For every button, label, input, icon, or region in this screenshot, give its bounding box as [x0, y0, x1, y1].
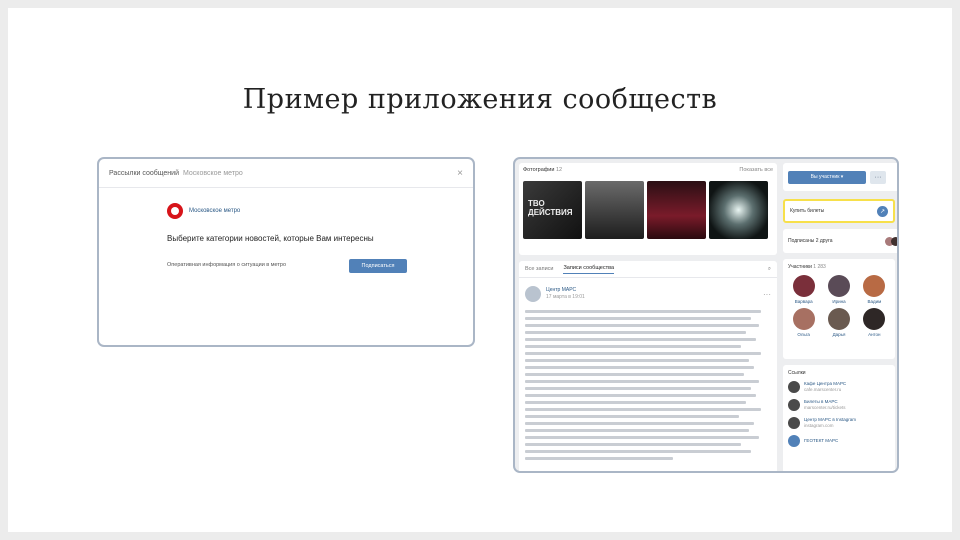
close-icon[interactable]: × — [457, 168, 463, 179]
post-date[interactable]: 17 марта в 19:01 — [546, 294, 585, 301]
more-actions-button[interactable]: ··· — [870, 170, 886, 184]
photo-thumbnails: ТВО ДЕЙСТВИЯ — [519, 177, 777, 243]
community-row: Московское метро — [167, 203, 240, 219]
dialog-subtitle: Московское метро — [183, 169, 243, 177]
member-item[interactable]: Ольга — [786, 308, 821, 337]
option-text[interactable]: Оперативная информация о ситуации в метр… — [167, 262, 286, 268]
subscribe-button[interactable]: Подписаться — [349, 259, 407, 273]
member-item[interactable]: Ирина — [821, 275, 856, 304]
members-grid: Варвара Ирина Вадим Ольга Дарья Антон — [783, 273, 895, 339]
link-icon — [788, 381, 800, 393]
member-name: Варвара — [794, 299, 813, 304]
avatar — [891, 236, 897, 246]
members-label: Участники — [788, 264, 812, 270]
links-panel: Ссылки Кафе Центра МАРС cafe.marscenter.r… — [783, 365, 895, 471]
wall-tabs: Все записи Записи сообщества ⌕ — [519, 261, 777, 278]
avatar[interactable] — [525, 286, 541, 302]
links-label[interactable]: Ссылки — [783, 365, 895, 378]
member-item[interactable]: Антон — [857, 308, 892, 337]
link-item[interactable]: Центр МАРС в Instagram instagram.com — [783, 414, 895, 432]
avatar — [827, 308, 850, 330]
photo-thumbnail[interactable] — [709, 181, 768, 239]
member-item[interactable]: Дарья — [821, 308, 856, 337]
friends-label: Подписаны 2 друга — [788, 238, 833, 244]
left-screenshot: Рассылки сообщений Московское метро × Мо… — [97, 157, 475, 347]
link-url: instagram.com — [804, 423, 834, 428]
post-text — [519, 310, 777, 460]
members-panel: Участники 1 283 Варвара Ирина Вадим Ольг… — [783, 259, 895, 359]
slide-title: Пример приложения сообществ — [242, 84, 718, 115]
search-icon[interactable]: ⌕ — [768, 266, 771, 273]
membership-button[interactable]: Вы участник ▾ — [788, 170, 866, 184]
post-meta: Центр МАРС 17 марта в 19:01 — [546, 287, 585, 301]
link-title: Билеты в МАРС — [804, 399, 838, 404]
main-column: Фотографии 12 Показать все ТВО ДЕЙСТВИЯ … — [519, 163, 777, 471]
arrow-icon[interactable]: ↗ — [877, 205, 888, 217]
community-name[interactable]: Московское метро — [189, 208, 240, 214]
avatar — [792, 308, 815, 330]
member-name: Вадим — [867, 299, 882, 304]
dialog-title: Рассылки сообщений — [109, 169, 179, 177]
link-title: Кафе Центра МАРС — [804, 381, 847, 386]
members-header[interactable]: Участники 1 283 — [783, 259, 895, 273]
post-author[interactable]: Центр МАРС — [546, 287, 585, 294]
link-item[interactable]: Билеты в МАРС marscenter.ru/tickets — [783, 396, 895, 414]
link-url: cafe.marscenter.ru — [804, 387, 842, 392]
photos-header: Фотографии 12 Показать все — [519, 163, 777, 177]
tab-all-posts[interactable]: Все записи — [525, 266, 553, 272]
dialog-question: Выберите категории новостей, которые Вам… — [167, 234, 374, 243]
member-item[interactable]: Вадим — [857, 275, 892, 304]
avatar — [792, 275, 815, 297]
avatar — [863, 275, 886, 297]
avatar — [863, 308, 886, 330]
link-title: ГЕОТЕКТ МАРС — [804, 438, 839, 443]
post-header: Центр МАРС 17 марта в 19:01 ··· — [519, 278, 777, 306]
photo-caption: ТВО ДЕЙСТВИЯ — [528, 199, 573, 217]
link-icon — [788, 417, 800, 429]
member-name: Ирина — [832, 299, 846, 304]
photos-panel: Фотографии 12 Показать все ТВО ДЕЙСТВИЯ — [519, 163, 777, 255]
link-item[interactable]: Кафе Центра МАРС cafe.marscenter.ru — [783, 378, 895, 396]
link-icon — [788, 435, 800, 447]
link-url: marscenter.ru/tickets — [804, 405, 846, 410]
photos-count: 12 — [555, 167, 563, 173]
friends-panel[interactable]: Подписаны 2 друга — [783, 229, 897, 253]
tab-community-posts[interactable]: Записи сообщества — [563, 265, 615, 274]
member-item[interactable]: Варвара — [786, 275, 821, 304]
member-name: Ольга — [797, 332, 810, 337]
photo-thumbnail[interactable]: ТВО ДЕЙСТВИЯ — [523, 181, 582, 239]
wall-panel: Все записи Записи сообщества ⌕ Центр МАР… — [519, 261, 777, 471]
buy-tickets-app[interactable]: Купить билеты ↗ — [783, 199, 895, 223]
photo-thumbnail[interactable] — [647, 181, 706, 239]
show-all-link[interactable]: Показать все — [739, 167, 773, 173]
members-count: 1 283 — [813, 264, 826, 270]
member-name: Антон — [868, 332, 881, 337]
side-column: Вы участник ▾ ··· Купить билеты ↗ Подпис… — [783, 163, 897, 471]
photos-label[interactable]: Фотографии — [523, 167, 554, 173]
right-screenshot: Фотографии 12 Показать все ТВО ДЕЙСТВИЯ … — [513, 157, 899, 473]
link-icon — [788, 399, 800, 411]
buy-tickets-label: Купить билеты — [790, 208, 825, 214]
link-title: Центр МАРС в Instagram — [804, 417, 856, 422]
link-item[interactable]: ГЕОТЕКТ МАРС — [783, 432, 895, 450]
member-name: Дарья — [832, 332, 846, 337]
metro-logo-icon — [167, 203, 183, 219]
avatar — [827, 275, 850, 297]
more-icon[interactable]: ··· — [763, 290, 771, 299]
dialog-header: Рассылки сообщений Московское метро × — [99, 159, 473, 188]
membership-panel: Вы участник ▾ ··· — [783, 163, 897, 191]
photo-thumbnail[interactable] — [585, 181, 644, 239]
